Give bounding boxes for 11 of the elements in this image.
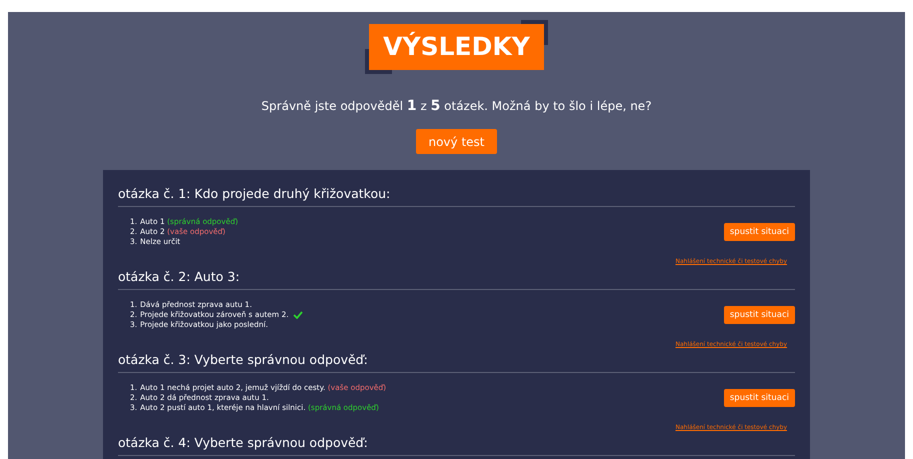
run-situation-button[interactable]: spustit situaci — [724, 223, 795, 241]
results-title: VÝSLEDKY — [369, 24, 544, 70]
new-test-button[interactable]: nový test — [416, 129, 496, 154]
score-summary: Správně jste odpověděl 1 z 5 otázek. Možná by to šlo i lépe, ne? — [261, 98, 652, 114]
checkmark-icon — [292, 311, 303, 319]
run-situation-button[interactable]: spustit situaci — [724, 389, 795, 407]
run-situation-button[interactable]: spustit situaci — [724, 306, 795, 324]
question-title: otázka č. 3: Vyberte správnou odpověď: — [118, 352, 369, 367]
question-title: otázka č. 2: Auto 3: — [118, 269, 241, 284]
question-title: otázka č. 4: Vyberte správnou odpověď: — [118, 435, 369, 450]
question-title: otázka č. 1: Kdo projede druhý křižovatkou: — [118, 186, 392, 201]
